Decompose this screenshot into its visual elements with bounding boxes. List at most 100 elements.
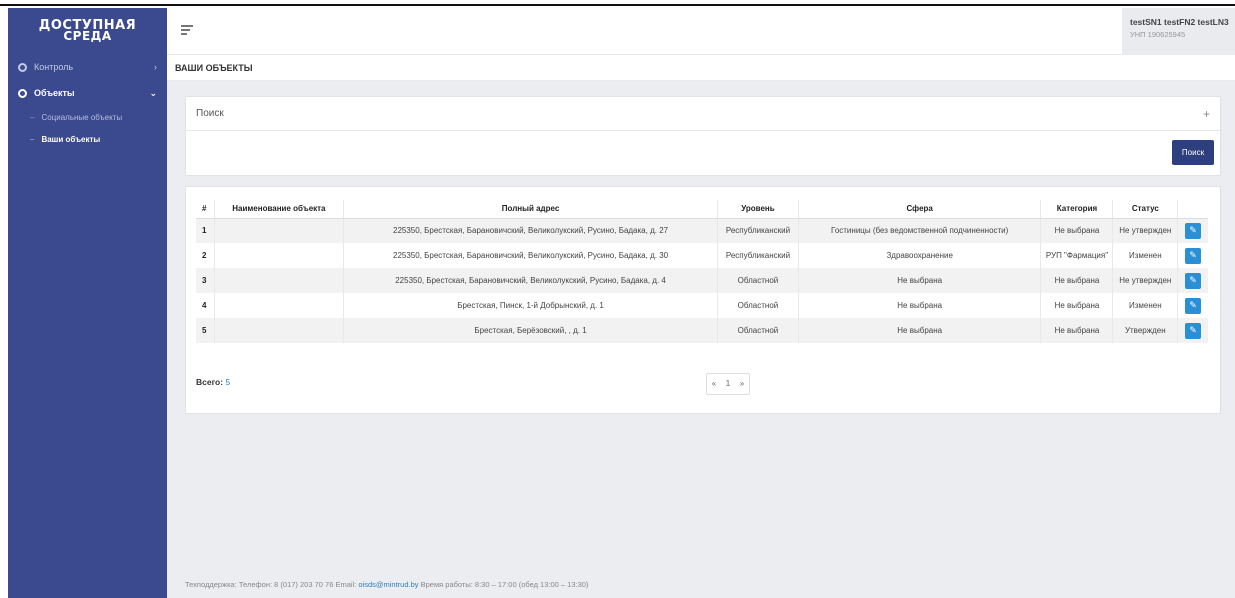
table-row[interactable]: 5 Брестская, Берёзовский, , д. 1 Областн… [196, 318, 1208, 343]
cell-address: Брестская, Пинск, 1-й Добрынский, д. 1 [343, 293, 719, 318]
cell-actions: ✎ [1177, 218, 1208, 243]
cell-sphere: Не выбрана [798, 293, 1042, 318]
cell-category: Не выбрана [1040, 218, 1114, 243]
sidebar-item-label: Объекты [34, 88, 75, 98]
cell-category: Не выбрана [1040, 293, 1114, 318]
edit-pencil-icon[interactable]: ✎ [1185, 272, 1202, 289]
app-logo[interactable]: ДОСТУПНАЯ СРЕДА [8, 8, 167, 54]
column-header-number[interactable]: # [196, 200, 215, 219]
column-header-category[interactable]: Категория [1040, 200, 1114, 219]
column-header-sphere[interactable]: Сфера [798, 200, 1042, 219]
logo-line-2: СРЕДА [63, 29, 112, 43]
sidebar-subitem-label: Ваши объекты [41, 134, 101, 144]
cell-status: Не утвержден [1112, 268, 1179, 293]
footer-hours: Время работы: 8:30 – 17:00 (обед 13:00 –… [420, 580, 589, 589]
cell-sphere: Здравоохранение [798, 243, 1042, 268]
cell-address: 225350, Брестская, Барановичский, Велико… [343, 268, 719, 293]
pagination-page[interactable]: 1 [721, 374, 735, 394]
cell-status: Не утвержден [1112, 218, 1179, 243]
cell-sphere: Гостиницы (без ведомственной подчиненнос… [798, 218, 1042, 243]
cell-level: Республиканский [717, 218, 799, 243]
cell-name [214, 293, 345, 318]
sidebar-subitem-social-objects[interactable]: – Социальные объекты [8, 106, 167, 128]
column-header-status[interactable]: Статус [1112, 200, 1179, 219]
column-header-actions [1177, 200, 1208, 219]
cell-category: Не выбрана [1040, 268, 1114, 293]
total-label: Всего: [196, 377, 224, 387]
cell-sphere: Не выбрана [798, 318, 1042, 343]
edit-pencil-icon[interactable]: ✎ [1185, 247, 1202, 264]
cell-status: Изменен [1112, 293, 1179, 318]
table-row[interactable]: 2 225350, Брестская, Барановичский, Вели… [196, 243, 1208, 268]
search-panel-title: Поиск [196, 108, 224, 119]
objects-table: # Наименование объекта Полный адрес Уров… [196, 200, 1208, 343]
top-header: testSN1 testFN2 testLN3 УНП 190625945 [167, 8, 1235, 55]
pagination-prev[interactable]: « [707, 374, 721, 394]
cell-name [214, 218, 345, 243]
table-row[interactable]: 3 225350, Брестская, Барановичский, Вели… [196, 268, 1208, 293]
cell-actions: ✎ [1177, 293, 1208, 318]
search-panel: Поиск + Поиск [185, 96, 1221, 176]
cell-level: Областной [717, 268, 799, 293]
total-count: Всего: 5 [196, 377, 230, 387]
chevron-right-icon: › [154, 62, 157, 72]
cell-level: Областной [717, 318, 799, 343]
cell-category: Не выбрана [1040, 318, 1114, 343]
edit-pencil-icon[interactable]: ✎ [1185, 297, 1202, 314]
column-header-address[interactable]: Полный адрес [343, 200, 719, 219]
cell-status: Изменен [1112, 243, 1179, 268]
main-content: Поиск + Поиск # Наименование объекта Пол… [167, 81, 1235, 598]
table-row[interactable]: 1 225350, Брестская, Барановичский, Вели… [196, 218, 1208, 243]
edit-pencil-icon[interactable]: ✎ [1185, 322, 1202, 339]
sidebar-item-objects[interactable]: Объекты ⌄ [8, 80, 167, 106]
cell-category: РУП "Фармация" [1040, 243, 1114, 268]
cell-address: 225350, Брестская, Барановичский, Велико… [343, 243, 719, 268]
footer: Техподдержка: Телефон: 8 (017) 203 70 76… [185, 580, 588, 589]
cell-name [214, 268, 345, 293]
cell-name [214, 318, 345, 343]
pagination: « 1 » [706, 373, 750, 395]
search-button[interactable]: Поиск [1172, 140, 1214, 165]
objects-icon [18, 88, 27, 98]
cell-number: 5 [196, 318, 215, 343]
dash-icon: – [30, 112, 35, 122]
menu-toggle-icon[interactable] [181, 25, 193, 35]
pagination-next[interactable]: » [735, 374, 749, 394]
expand-icon[interactable]: + [1203, 107, 1210, 121]
objects-table-panel: # Наименование объекта Полный адрес Уров… [185, 186, 1221, 414]
cell-address: 225350, Брестская, Барановичский, Велико… [343, 218, 719, 243]
cell-actions: ✎ [1177, 243, 1208, 268]
cell-name [214, 243, 345, 268]
chevron-down-icon: ⌄ [149, 87, 157, 98]
sidebar-item-control[interactable]: Контроль › [8, 54, 167, 80]
user-menu[interactable]: testSN1 testFN2 testLN3 УНП 190625945 [1122, 8, 1235, 55]
footer-email-link[interactable]: oisds@mintrud.by [358, 580, 418, 589]
top-edge-line [0, 0, 1235, 6]
total-value: 5 [225, 377, 231, 387]
sidebar-subitem-label: Социальные объекты [41, 112, 123, 122]
edit-pencil-icon[interactable]: ✎ [1185, 222, 1202, 239]
column-header-level[interactable]: Уровень [717, 200, 799, 219]
page-title: ВАШИ ОБЪЕКТЫ [167, 55, 1235, 81]
dash-icon: – [30, 134, 35, 144]
cell-number: 2 [196, 243, 215, 268]
user-name: testSN1 testFN2 testLN3 [1130, 17, 1229, 27]
table-row[interactable]: 4 Брестская, Пинск, 1-й Добрынский, д. 1… [196, 293, 1208, 318]
cell-number: 4 [196, 293, 215, 318]
cell-level: Областной [717, 293, 799, 318]
footer-support-text: Техподдержка: Телефон: 8 (017) 203 70 76… [185, 580, 357, 589]
cell-status: Утвержден [1112, 318, 1179, 343]
cell-number: 1 [196, 218, 215, 243]
sidebar: ДОСТУПНАЯ СРЕДА Контроль › Объекты ⌄ – С… [8, 8, 167, 598]
sidebar-item-label: Контроль [34, 62, 74, 72]
table-header-row: # Наименование объекта Полный адрес Уров… [196, 200, 1208, 219]
cell-level: Республиканский [717, 243, 799, 268]
search-panel-header[interactable]: Поиск + [186, 97, 1220, 131]
cell-actions: ✎ [1177, 268, 1208, 293]
column-header-name[interactable]: Наименование объекта [214, 200, 345, 219]
control-icon [18, 62, 27, 72]
cell-sphere: Не выбрана [798, 268, 1042, 293]
sidebar-subitem-your-objects[interactable]: – Ваши объекты [8, 128, 167, 150]
cell-actions: ✎ [1177, 318, 1208, 343]
cell-address: Брестская, Берёзовский, , д. 1 [343, 318, 719, 343]
